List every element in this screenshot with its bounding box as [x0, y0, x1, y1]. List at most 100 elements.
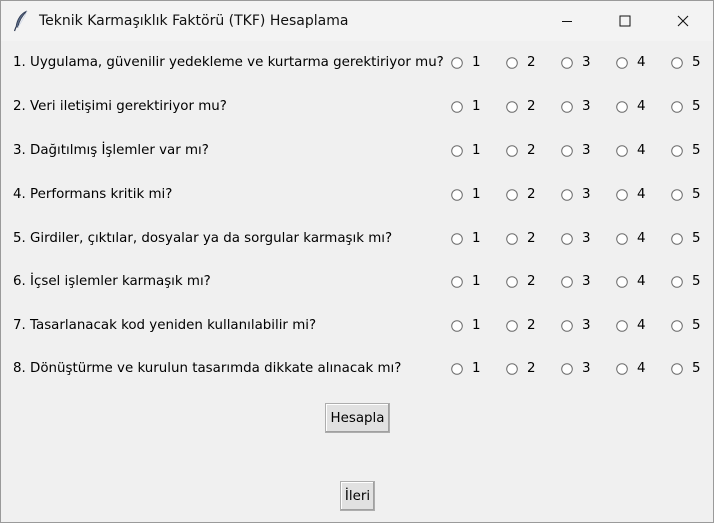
radio-circle-icon — [561, 101, 573, 113]
radio-option[interactable]: 4 — [616, 97, 662, 117]
radio-option[interactable]: 2 — [506, 53, 552, 73]
radio-circle-icon — [616, 101, 628, 113]
question-label: 2. Veri iletişimi gerektiriyor mu? — [13, 99, 227, 114]
radio-label: 5 — [692, 231, 701, 246]
radio-option[interactable]: 4 — [616, 316, 662, 336]
radio-option[interactable]: 1 — [451, 359, 497, 379]
radio-option[interactable]: 2 — [506, 141, 552, 161]
radio-label: 4 — [637, 231, 646, 246]
radio-option[interactable]: 3 — [561, 272, 607, 292]
close-icon — [677, 15, 689, 27]
title-bar[interactable]: Teknik Karmaşıklık Faktörü (TKF) Hesapla… — [1, 1, 713, 41]
radio-circle-icon — [451, 189, 463, 201]
radio-circle-icon — [561, 57, 573, 69]
radio-option[interactable]: 5 — [671, 141, 714, 161]
radio-circle-icon — [616, 189, 628, 201]
radio-option[interactable]: 2 — [506, 229, 552, 249]
radio-option[interactable]: 5 — [671, 316, 714, 336]
radio-circle-icon — [671, 276, 683, 288]
radio-circle-icon — [506, 276, 518, 288]
radio-option[interactable]: 1 — [451, 229, 497, 249]
radio-label: 5 — [692, 274, 701, 289]
radio-circle-icon — [671, 363, 683, 375]
radio-label: 2 — [527, 274, 536, 289]
radio-label: 1 — [472, 274, 481, 289]
close-button[interactable] — [654, 1, 712, 41]
radio-option[interactable]: 3 — [561, 97, 607, 117]
question-label: 4. Performans kritik mi? — [13, 187, 173, 202]
radio-circle-icon — [616, 145, 628, 157]
maximize-button[interactable] — [596, 1, 654, 41]
radio-option[interactable]: 4 — [616, 185, 662, 205]
radio-circle-icon — [616, 320, 628, 332]
radio-option[interactable]: 3 — [561, 141, 607, 161]
radio-label: 2 — [527, 361, 536, 376]
radio-label: 3 — [582, 187, 591, 202]
radio-label: 4 — [637, 99, 646, 114]
radio-option[interactable]: 5 — [671, 272, 714, 292]
radio-option[interactable]: 1 — [451, 272, 497, 292]
radio-circle-icon — [506, 145, 518, 157]
radio-option[interactable]: 5 — [671, 97, 714, 117]
radio-label: 1 — [472, 55, 481, 70]
radio-circle-icon — [506, 57, 518, 69]
radio-label: 1 — [472, 187, 481, 202]
radio-label: 5 — [692, 187, 701, 202]
radio-label: 4 — [637, 318, 646, 333]
radio-option[interactable]: 4 — [616, 359, 662, 379]
radio-circle-icon — [451, 101, 463, 113]
radio-option[interactable]: 4 — [616, 272, 662, 292]
radio-label: 2 — [527, 55, 536, 70]
radio-label: 4 — [637, 55, 646, 70]
radio-option[interactable]: 2 — [506, 185, 552, 205]
radio-option[interactable]: 3 — [561, 53, 607, 73]
radio-option[interactable]: 4 — [616, 141, 662, 161]
radio-option[interactable]: 4 — [616, 53, 662, 73]
radio-circle-icon — [506, 189, 518, 201]
question-label: 3. Dağıtılmış İşlemler var mı? — [13, 143, 209, 158]
radio-circle-icon — [451, 233, 463, 245]
radio-option[interactable]: 2 — [506, 97, 552, 117]
radio-circle-icon — [451, 363, 463, 375]
radio-label: 2 — [527, 318, 536, 333]
radio-label: 5 — [692, 55, 701, 70]
radio-circle-icon — [561, 363, 573, 375]
app-window: Teknik Karmaşıklık Faktörü (TKF) Hesapla… — [0, 0, 714, 523]
radio-circle-icon — [561, 276, 573, 288]
radio-option[interactable]: 1 — [451, 141, 497, 161]
radio-option[interactable]: 5 — [671, 53, 714, 73]
next-button[interactable]: İleri — [340, 481, 375, 511]
radio-option[interactable]: 5 — [671, 185, 714, 205]
radio-circle-icon — [671, 101, 683, 113]
maximize-icon — [619, 15, 631, 27]
radio-label: 3 — [582, 274, 591, 289]
radio-circle-icon — [671, 189, 683, 201]
radio-option[interactable]: 3 — [561, 185, 607, 205]
radio-label: 3 — [582, 143, 591, 158]
radio-label: 1 — [472, 231, 481, 246]
radio-option[interactable]: 2 — [506, 359, 552, 379]
radio-option[interactable]: 3 — [561, 316, 607, 336]
radio-circle-icon — [561, 145, 573, 157]
radio-option[interactable]: 3 — [561, 359, 607, 379]
radio-label: 1 — [472, 143, 481, 158]
radio-option[interactable]: 5 — [671, 229, 714, 249]
radio-option[interactable]: 2 — [506, 316, 552, 336]
question-label: 1. Uygulama, güvenilir yedekleme ve kurt… — [13, 55, 444, 70]
minimize-button[interactable] — [538, 1, 596, 41]
radio-option[interactable]: 4 — [616, 229, 662, 249]
radio-circle-icon — [561, 320, 573, 332]
radio-circle-icon — [561, 189, 573, 201]
radio-option[interactable]: 1 — [451, 53, 497, 73]
radio-label: 2 — [527, 143, 536, 158]
radio-circle-icon — [451, 276, 463, 288]
radio-option[interactable]: 1 — [451, 316, 497, 336]
radio-option[interactable]: 2 — [506, 272, 552, 292]
calculate-button[interactable]: Hesapla — [325, 403, 390, 433]
radio-option[interactable]: 5 — [671, 359, 714, 379]
radio-option[interactable]: 1 — [451, 185, 497, 205]
radio-option[interactable]: 3 — [561, 229, 607, 249]
radio-label: 3 — [582, 318, 591, 333]
radio-circle-icon — [616, 233, 628, 245]
radio-option[interactable]: 1 — [451, 97, 497, 117]
